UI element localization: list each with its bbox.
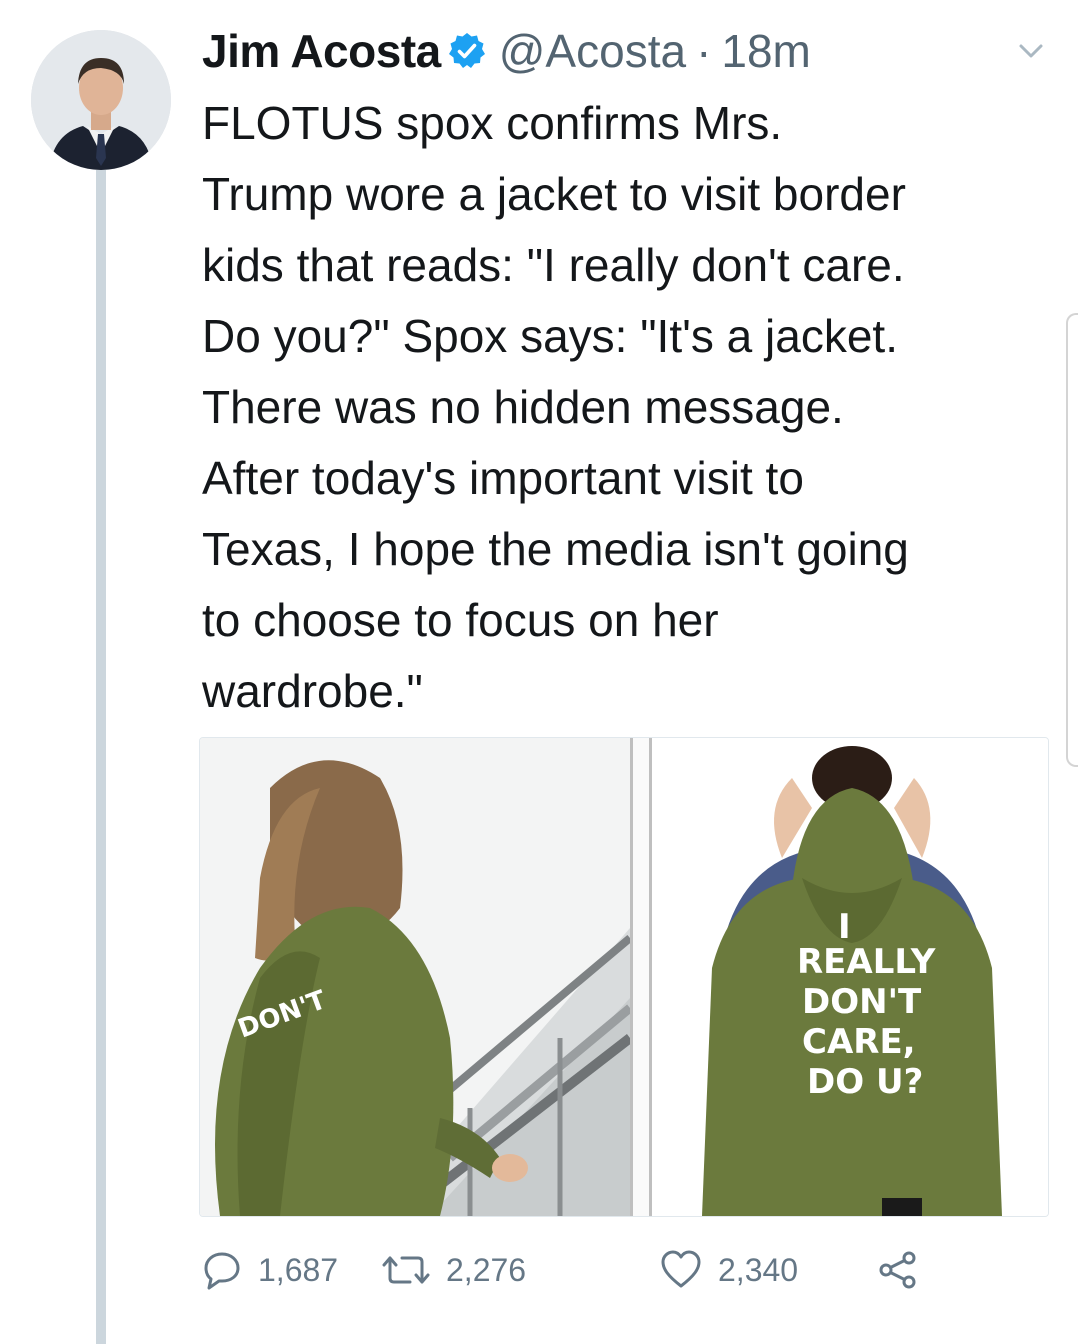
- avatar[interactable]: [31, 30, 171, 170]
- reply-button[interactable]: 1,687: [200, 1240, 338, 1300]
- scrollbar[interactable]: [1066, 313, 1078, 767]
- jacket-text: DON'T: [802, 982, 922, 1022]
- retweet-count: 2,276: [446, 1251, 527, 1288]
- tweet-text-line: There was no hidden message.: [202, 381, 844, 433]
- separator-dot: ·: [696, 25, 712, 77]
- heart-icon: [658, 1248, 704, 1292]
- tweet-text-line: FLOTUS spox confirms Mrs.: [202, 97, 783, 149]
- tweet-actions: 1,687 2,276 2,340: [200, 1240, 960, 1300]
- share-button[interactable]: [876, 1240, 920, 1300]
- tweet-media[interactable]: DON'T I REALLY DON'T CARE, DO U?: [199, 737, 1049, 1217]
- share-icon: [876, 1248, 920, 1292]
- tweet-text-line: Trump wore a jacket to visit border: [202, 168, 906, 220]
- tweet-header: Jim Acosta @Acosta · 18m: [202, 18, 1048, 84]
- tweet-text-line: Texas, I hope the media isn't going: [202, 523, 909, 575]
- author-handle[interactable]: @Acosta: [499, 24, 686, 78]
- tweet-text-line: After today's important visit to: [202, 452, 804, 504]
- tweet-text-line: kids that reads: "I really don't care.: [202, 239, 905, 291]
- chevron-down-icon[interactable]: [1014, 34, 1048, 68]
- like-count: 2,340: [718, 1251, 799, 1288]
- reply-count: 1,687: [258, 1251, 339, 1288]
- like-button[interactable]: 2,340: [658, 1240, 798, 1300]
- retweet-icon: [380, 1248, 432, 1292]
- photo-jacket-back[interactable]: I REALLY DON'T CARE, DO U?: [652, 738, 1048, 1216]
- tweet-text: FLOTUS spox confirms Mrs. Trump wore a j…: [202, 88, 1062, 727]
- thread-line: [96, 170, 106, 1344]
- photo-divider: [630, 738, 652, 1216]
- reply-icon: [200, 1248, 244, 1292]
- jacket-text: CARE,: [802, 1022, 916, 1062]
- tweet-text-line: wardrobe.": [202, 665, 423, 717]
- author-name[interactable]: Jim Acosta: [202, 24, 441, 78]
- tweet-timestamp[interactable]: 18m: [721, 24, 810, 78]
- jacket-text: I: [838, 907, 851, 947]
- verified-badge-icon: [447, 31, 487, 71]
- jacket-text: DO U?: [807, 1062, 923, 1102]
- tweet-text-line: to choose to focus on her: [202, 594, 719, 646]
- photo-stairs[interactable]: DON'T: [200, 738, 630, 1216]
- tweet-text-line: Do you?" Spox says: "It's a jacket.: [202, 310, 898, 362]
- jacket-text: REALLY: [797, 942, 936, 982]
- retweet-button[interactable]: 2,276: [380, 1240, 526, 1300]
